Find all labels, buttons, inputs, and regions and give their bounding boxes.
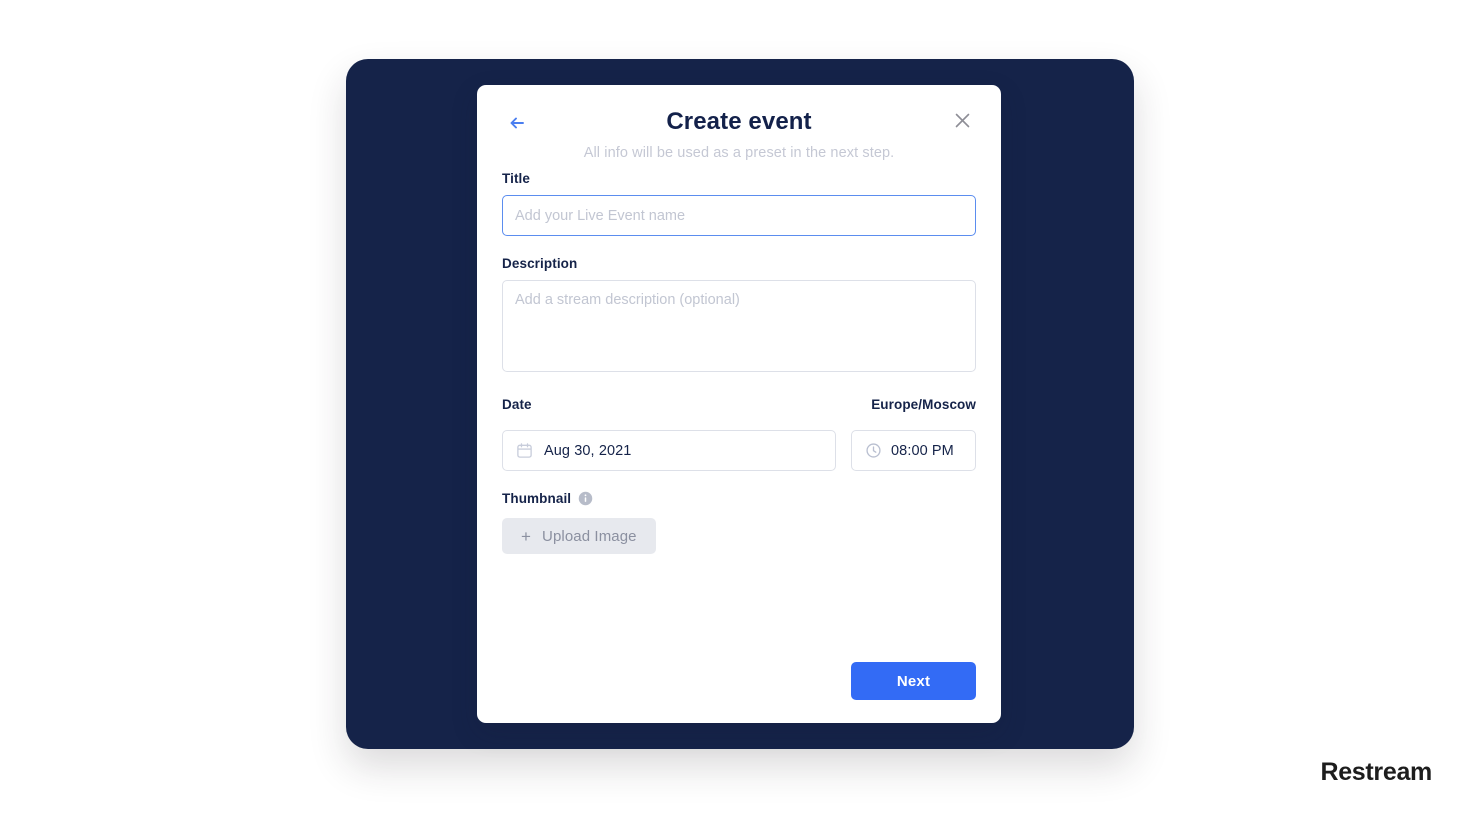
datetime-section: Date Europe/Moscow Aug 30, 2021 08:00 PM (502, 397, 976, 471)
date-picker[interactable]: Aug 30, 2021 (502, 430, 836, 471)
upload-image-label: Upload Image (542, 527, 637, 545)
modal-footer: Next (851, 662, 976, 700)
info-icon[interactable] (578, 491, 593, 506)
date-value: Aug 30, 2021 (544, 442, 632, 459)
description-field-group: Description (502, 256, 976, 377)
restream-logo: Restream (1320, 758, 1432, 786)
modal-subtitle: All info will be used as a preset in the… (583, 145, 895, 162)
close-icon (954, 112, 971, 132)
create-event-modal: Create event All info will be used as a … (477, 85, 1001, 723)
arrow-left-icon (507, 113, 527, 136)
plus-icon: + (521, 526, 532, 546)
back-button[interactable] (504, 111, 530, 137)
thumbnail-section: Thumbnail + Upload Image (502, 491, 976, 554)
time-picker[interactable]: 08:00 PM (851, 430, 976, 471)
timezone-label: Europe/Moscow (871, 397, 976, 412)
upload-image-button[interactable]: + Upload Image (502, 518, 656, 554)
description-label: Description (502, 256, 578, 271)
thumbnail-label: Thumbnail (502, 491, 572, 506)
next-button[interactable]: Next (851, 662, 976, 700)
title-field-group: Title (502, 171, 976, 236)
title-input[interactable] (502, 195, 976, 236)
date-label: Date (502, 397, 532, 412)
datetime-row: Aug 30, 2021 08:00 PM (502, 430, 976, 471)
create-event-form: Title Description Date Europe/Moscow (477, 171, 1001, 554)
calendar-icon (516, 442, 533, 459)
date-column: Aug 30, 2021 (502, 430, 836, 471)
title-label: Title (502, 171, 531, 186)
page-title: Create event (666, 108, 812, 135)
time-column: 08:00 PM (851, 430, 976, 471)
close-button[interactable] (949, 109, 975, 135)
thumbnail-label-row: Thumbnail (502, 491, 976, 506)
modal-header: Create event All info will be used as a … (477, 85, 1001, 171)
datetime-labels: Date Europe/Moscow (502, 397, 976, 421)
description-textarea[interactable] (502, 280, 976, 372)
clock-icon (865, 442, 882, 459)
time-value: 08:00 PM (891, 442, 954, 459)
